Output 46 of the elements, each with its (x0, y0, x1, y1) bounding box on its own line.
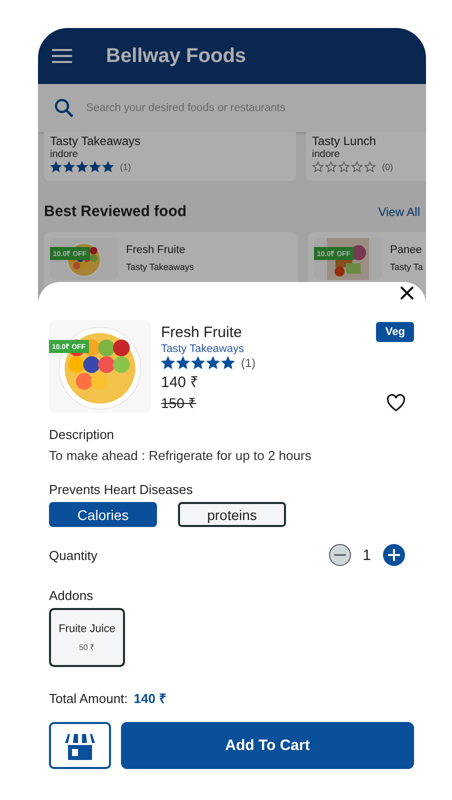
close-icon[interactable] (400, 286, 414, 300)
increase-button[interactable] (383, 544, 405, 566)
store-icon (65, 732, 95, 760)
food-name: Fresh Fruite (161, 324, 242, 340)
restaurant-card[interactable]: Tasty Takeaways indore (1) (44, 132, 296, 181)
price: 140 ₹ (161, 373, 200, 391)
view-all-link[interactable]: View All (378, 204, 420, 218)
restaurant-name: Tasty Takeaways (161, 343, 245, 355)
heart-icon[interactable] (386, 394, 406, 412)
section-title: Best Reviewed food (44, 203, 187, 220)
total-label: Total Amount: (49, 690, 128, 706)
store-button[interactable] (49, 722, 111, 769)
nutrient-chip[interactable]: proteins (178, 502, 286, 527)
app-title: Bellway Foods (106, 44, 246, 68)
restaurant-name: Tasty Takeaways (50, 134, 142, 148)
restaurant-name: Tasty Ta (390, 262, 423, 272)
addon-card[interactable]: Fruite Juice 50 ₹ (49, 608, 125, 667)
addon-price: 50 ₹ (78, 642, 96, 652)
nutrient-chip[interactable]: Calories (49, 502, 157, 527)
total-amount: 140 ₹ (134, 690, 166, 707)
add-to-cart-button[interactable]: Add To Cart (121, 722, 414, 769)
restaurant-name: Tasty Lunch (312, 134, 378, 148)
food-name: Panee (390, 244, 423, 256)
plus-icon (388, 549, 400, 561)
addons-label: Addons (49, 588, 94, 603)
menu-icon[interactable] (52, 49, 72, 63)
quantity-label: Quantity (49, 548, 98, 562)
food-name: Fresh Fruite (126, 244, 186, 256)
decrease-button[interactable] (328, 544, 351, 566)
review-count: (0) (382, 162, 393, 172)
quantity-value: 1 (362, 546, 371, 564)
review-count: (1) (120, 162, 131, 172)
description-label: Description (49, 427, 116, 442)
restaurant-card[interactable]: Tasty Lunch indore (0) (306, 132, 426, 181)
restaurant-location: indore (50, 149, 79, 160)
review-count: (1) (241, 356, 256, 370)
restaurant-location: indore (312, 149, 341, 160)
restaurant-name: Tasty Takeaways (126, 262, 194, 272)
search-field[interactable]: Search your desired foods or restaurants (84, 101, 410, 115)
search-icon (54, 98, 74, 118)
addon-name: Fruite Juice (58, 623, 116, 635)
veg-tag: Veg (376, 322, 414, 342)
old-price: 150 ₹ (161, 394, 198, 412)
benefit-label: Prevents Heart Diseases (49, 482, 194, 497)
description-text: To make ahead : Refrigerate for up to 2 hours (49, 448, 312, 463)
minus-icon (334, 554, 346, 556)
